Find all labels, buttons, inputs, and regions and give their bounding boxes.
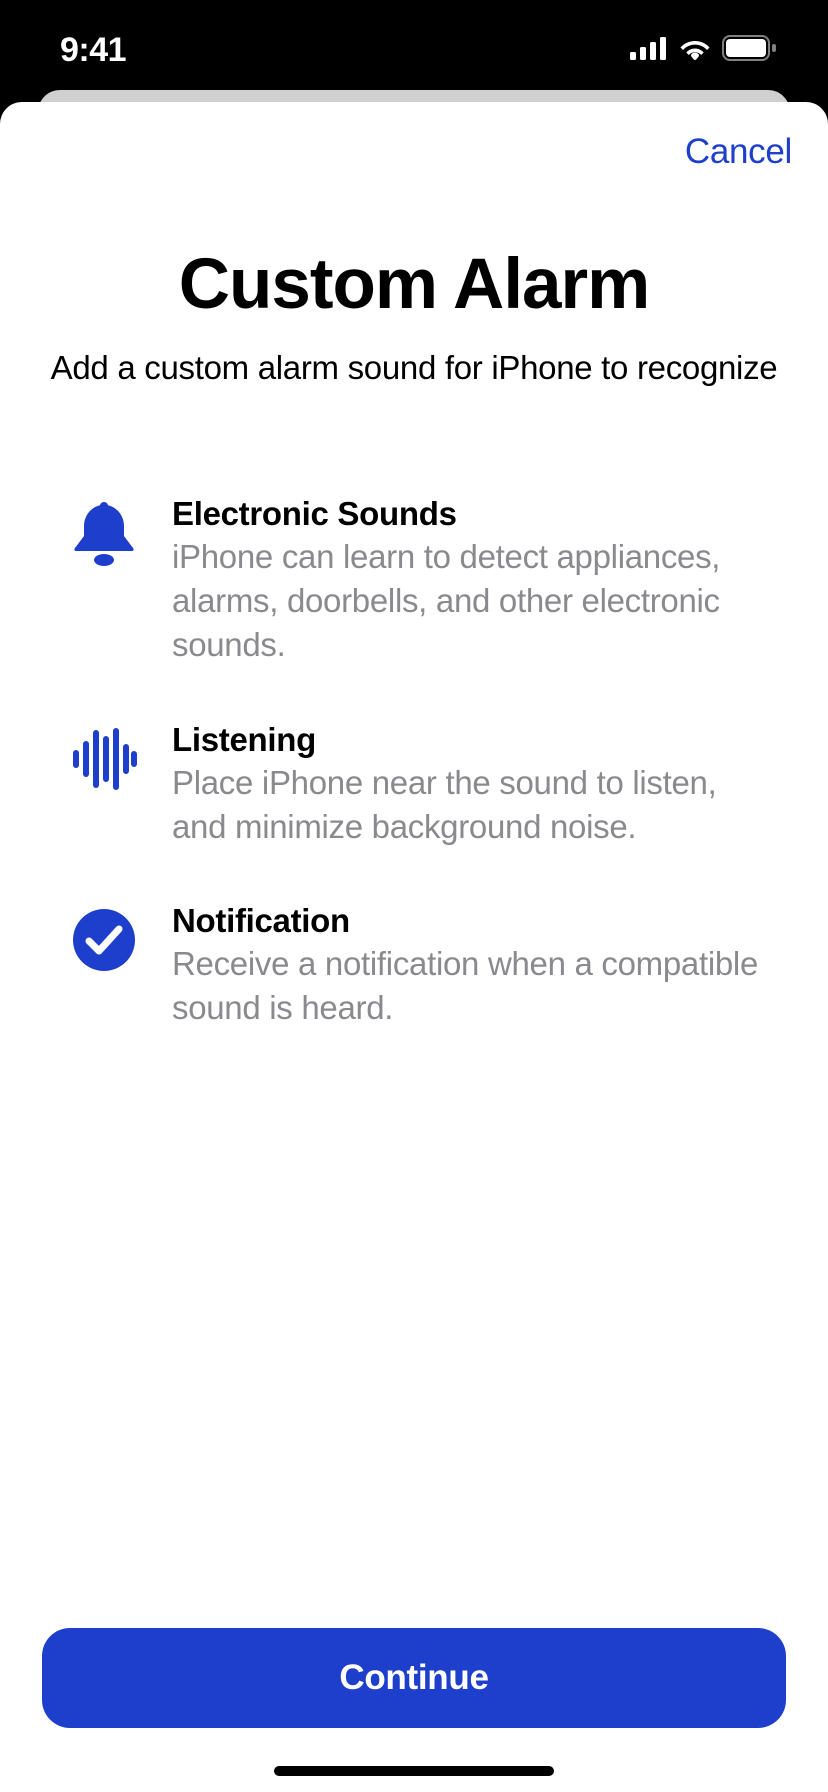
feature-title: Electronic Sounds xyxy=(172,495,758,533)
feature-notification: Notification Receive a notification when… xyxy=(70,902,758,1030)
waveform-icon xyxy=(70,725,138,793)
battery-icon xyxy=(722,35,778,66)
feature-desc: Place iPhone near the sound to listen, a… xyxy=(172,761,758,849)
wifi-icon xyxy=(678,36,712,65)
cancel-button[interactable]: Cancel xyxy=(685,132,792,172)
continue-button[interactable]: Continue xyxy=(42,1628,786,1728)
feature-title: Notification xyxy=(172,902,758,940)
modal-sheet: Cancel Custom Alarm Add a custom alarm s… xyxy=(0,102,828,1792)
subtitle: Add a custom alarm sound for iPhone to r… xyxy=(50,349,778,387)
feature-title: Listening xyxy=(172,721,758,759)
feature-desc: iPhone can learn to detect appliances, a… xyxy=(172,535,758,667)
feature-desc: Receive a notification when a compatible… xyxy=(172,942,758,1030)
feature-electronic-sounds: Electronic Sounds iPhone can learn to de… xyxy=(70,495,758,667)
page-title: Custom Alarm xyxy=(50,244,778,325)
status-indicators xyxy=(630,35,778,66)
feature-listening: Listening Place iPhone near the sound to… xyxy=(70,721,758,849)
header-area: Custom Alarm Add a custom alarm sound fo… xyxy=(0,172,828,387)
features-list: Electronic Sounds iPhone can learn to de… xyxy=(0,387,828,1084)
status-time: 9:41 xyxy=(60,31,126,70)
modal-nav-bar: Cancel xyxy=(0,102,828,172)
home-indicator[interactable] xyxy=(274,1766,554,1776)
status-bar: 9:41 xyxy=(0,0,828,100)
bell-icon xyxy=(70,499,138,567)
cellular-icon xyxy=(630,36,668,65)
checkmark-circle-icon xyxy=(70,906,138,974)
